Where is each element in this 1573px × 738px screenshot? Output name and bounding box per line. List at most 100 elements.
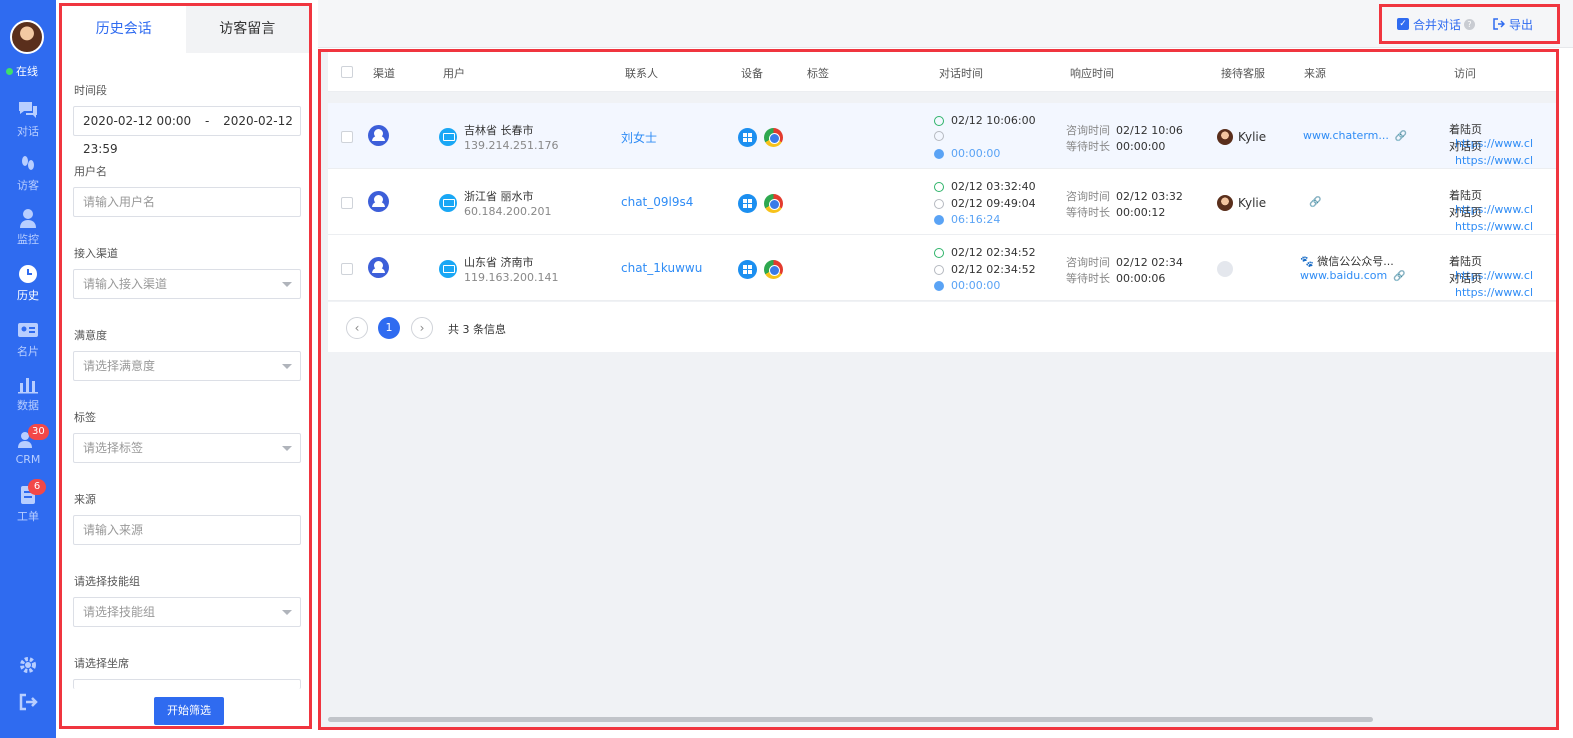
next-page-button[interactable]: › — [411, 317, 433, 339]
skillgroup-select[interactable]: 请选择技能组 — [73, 597, 301, 627]
settings-button[interactable] — [0, 655, 56, 678]
time-range-input[interactable]: 2020-02-12 00:00 - 2020-02-12 23:59 — [73, 106, 301, 156]
footprint-icon — [22, 156, 34, 170]
nav-item-monitor[interactable]: 监控 — [0, 208, 56, 260]
link-icon: 🔗 — [1309, 197, 1322, 208]
satisfaction-select[interactable]: 请选择满意度 — [73, 351, 301, 381]
dialog-end — [934, 131, 951, 141]
nav-rail: 在线 对话 访客 监控 历史 名片 数据 30 CRM 6 工单 — [0, 0, 56, 738]
satisfaction-placeholder: 请选择满意度 — [83, 359, 156, 373]
nav-item-chat[interactable]: 对话 — [0, 100, 56, 152]
tag-placeholder: 请选择标签 — [83, 441, 144, 455]
current-page[interactable]: 1 — [378, 317, 400, 339]
nav-item-crm[interactable]: 30 CRM — [0, 424, 56, 482]
agent — [1217, 261, 1238, 277]
windows-icon — [738, 260, 757, 279]
card-icon — [18, 323, 38, 337]
table-header: 渠道 用户 联系人 设备 标签 对话时间 响应时间 接待客服 来源 访问 — [328, 52, 1556, 92]
dialog-url[interactable]: https://www.cl — [1455, 154, 1533, 167]
wait-key: 等待时长 — [1066, 272, 1110, 285]
source-link[interactable]: www.chaterm... 🔗 — [1303, 129, 1407, 142]
wait-time: 等待时长 00:00:00 — [1066, 138, 1165, 154]
row-checkbox[interactable] — [341, 197, 353, 209]
contact-link[interactable]: chat_1kuwwu — [621, 261, 702, 275]
row-checkbox[interactable] — [341, 263, 353, 275]
contact-link[interactable]: 刘女士 — [621, 129, 657, 146]
dialog-page: 对话页https://www.cl — [1449, 138, 1556, 167]
dialog-url[interactable]: https://www.cl — [1455, 220, 1533, 233]
agent-name: Kylie — [1238, 130, 1267, 144]
nav-item-card[interactable]: 名片 — [0, 320, 56, 372]
logout-button[interactable] — [0, 692, 56, 715]
agent: Kylie — [1217, 129, 1266, 145]
source-wechat[interactable]: 🐾 微信公公众号... — [1300, 253, 1394, 269]
start-clock-icon — [934, 115, 944, 126]
source-input[interactable]: 请输入来源 — [73, 515, 301, 545]
logout-icon — [19, 693, 38, 711]
nav-item-history[interactable]: 历史 — [0, 264, 56, 316]
horizontal-scrollbar[interactable] — [328, 717, 1373, 722]
source-link[interactable]: 🔗 — [1303, 195, 1321, 208]
nav-item-data[interactable]: 数据 — [0, 374, 56, 426]
online-status[interactable]: 在线 — [6, 63, 54, 79]
dialog-start: 02/12 03:32:40 — [934, 180, 1036, 193]
nav-item-label: 数据 — [17, 399, 39, 412]
select-all-checkbox[interactable] — [341, 66, 353, 78]
windows-icon — [738, 194, 757, 213]
table-row[interactable]: 山东省 济南市 119.163.200.141 chat_1kuwwu 02/1… — [328, 235, 1556, 301]
dialog-key: 对话页 — [1449, 206, 1482, 219]
skillgroup-label: 请选择技能组 — [74, 575, 140, 588]
nav-item-label: 历史 — [17, 289, 39, 302]
channel-select[interactable]: 请输入接入渠道 — [73, 269, 301, 299]
wait-time: 等待时长 00:00:12 — [1066, 204, 1165, 220]
export-label: 导出 — [1509, 17, 1534, 32]
source-link[interactable]: www.baidu.com 🔗 — [1300, 269, 1406, 282]
merge-dialog-checkbox[interactable]: ✓ 合并对话 ? — [1397, 16, 1476, 33]
checkbox-checked-icon: ✓ — [1397, 18, 1409, 30]
row-checkbox[interactable] — [341, 131, 353, 143]
end-clock-icon — [934, 198, 944, 209]
agent: Kylie — [1217, 195, 1266, 211]
table-row[interactable]: 浙江省 丽水市 60.184.200.201 chat_09l9s4 02/12… — [328, 169, 1556, 235]
avatar[interactable] — [10, 20, 44, 54]
consult-value: 02/12 10:06 — [1116, 124, 1183, 137]
source-label: 来源 — [74, 493, 96, 506]
total-count: 共 3 条信息 — [448, 323, 506, 336]
header-response-time: 响应时间 — [1070, 67, 1114, 80]
tag-select[interactable]: 请选择标签 — [73, 433, 301, 463]
dialog-start: 02/12 10:06:00 — [934, 114, 1036, 127]
end-clock-icon — [934, 264, 944, 275]
nav-item-visitor[interactable]: 访客 — [0, 154, 56, 206]
header-agent: 接待客服 — [1221, 67, 1265, 80]
consult-key: 咨询时间 — [1066, 190, 1110, 203]
desktop-icon — [439, 260, 457, 278]
tab-visitor-messages[interactable]: 访客留言 — [185, 6, 309, 53]
export-button[interactable]: 导出 — [1493, 16, 1533, 33]
seat-select[interactable] — [73, 679, 301, 689]
consult-time: 咨询时间 02/12 03:32 — [1066, 188, 1183, 204]
crm-badge: 30 — [28, 424, 49, 440]
dialog-key: 对话页 — [1449, 272, 1482, 285]
nav-item-label: CRM — [15, 453, 41, 466]
tab-history-sessions[interactable]: 历史会话 — [62, 6, 186, 53]
ticket-badge: 6 — [28, 479, 46, 495]
dialog-page: 对话页https://www.cl — [1449, 270, 1556, 299]
help-icon[interactable]: ? — [1464, 18, 1476, 30]
nav-item-label: 对话 — [17, 125, 39, 138]
start-filter-button[interactable]: 开始筛选 — [154, 697, 224, 725]
time-range-label: 时间段 — [74, 84, 107, 97]
username-label: 用户名 — [74, 165, 107, 178]
table-row[interactable]: 吉林省 长春市 139.214.251.176 刘女士 02/12 10:06:… — [328, 103, 1556, 169]
duration-icon — [934, 148, 944, 159]
source-url: www.baidu.com — [1300, 269, 1388, 282]
link-icon: 🔗 — [1394, 131, 1408, 142]
username-input[interactable]: 请输入用户名 — [73, 187, 301, 217]
header-tag: 标签 — [807, 67, 829, 80]
prev-page-button[interactable]: ‹ — [346, 317, 368, 339]
contact-link[interactable]: chat_09l9s4 — [621, 195, 693, 209]
channel-user-icon — [368, 191, 389, 212]
dialog-url[interactable]: https://www.cl — [1455, 286, 1533, 299]
agent-avatar — [1217, 195, 1233, 211]
windows-icon — [738, 128, 757, 147]
nav-item-ticket[interactable]: 6 工单 — [0, 479, 56, 537]
